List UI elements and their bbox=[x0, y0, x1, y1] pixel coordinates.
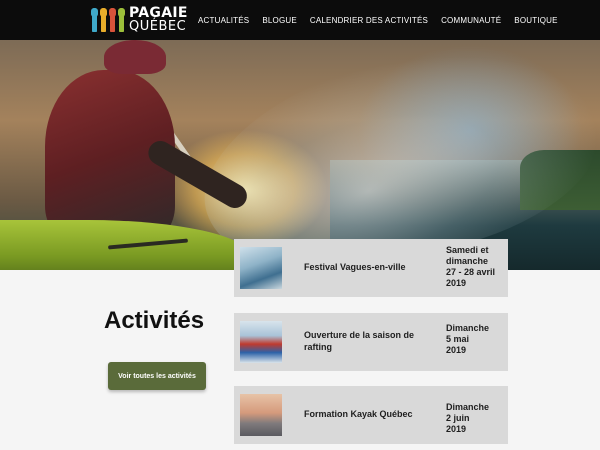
page: PAGAIE QUÉBEC ACTUALITÉS BLOGUE CALENDRI… bbox=[0, 0, 600, 450]
logo-line-2: QUÉBEC bbox=[129, 19, 187, 34]
kayak-surf-photo bbox=[240, 247, 282, 289]
event-date-main: 27 - 28 avril bbox=[446, 267, 496, 277]
paddles-logo-icon bbox=[91, 5, 127, 35]
site-logo[interactable]: PAGAIE QUÉBEC bbox=[91, 5, 188, 35]
event-title: Ouverture de la saison de rafting bbox=[304, 330, 415, 352]
event-card[interactable]: Formation Kayak Québec Dimanche 2 juin 2… bbox=[234, 386, 508, 444]
event-card[interactable]: Ouverture de la saison de rafting Dimanc… bbox=[234, 313, 508, 371]
event-title: Festival Vagues-en-ville bbox=[304, 262, 406, 272]
logo-wordmark: PAGAIE QUÉBEC bbox=[129, 6, 188, 34]
event-date: Dimanche 5 mai 2019 bbox=[446, 323, 506, 356]
nav-item-blogue[interactable]: BLOGUE bbox=[262, 16, 297, 25]
hero-kayak-image bbox=[0, 40, 600, 270]
top-navigation-bar: PAGAIE QUÉBEC ACTUALITÉS BLOGUE CALENDRI… bbox=[0, 0, 600, 40]
view-all-activities-button[interactable]: Voir toutes les activités bbox=[108, 362, 206, 390]
event-date-day: Dimanche bbox=[446, 402, 490, 412]
event-title: Formation Kayak Québec bbox=[304, 409, 413, 419]
event-date-main: 5 mai bbox=[446, 334, 470, 344]
event-card[interactable]: Festival Vagues-en-ville Samedi et diman… bbox=[234, 239, 508, 297]
rafting-photo bbox=[240, 321, 282, 363]
event-year: 2019 bbox=[446, 424, 467, 434]
sunset-kayak-photo bbox=[240, 394, 282, 436]
event-date: Samedi et dimanche 27 - 28 avril 2019 bbox=[446, 245, 506, 289]
logo-line-1: PAGAIE bbox=[129, 5, 188, 21]
nav-item-communaute[interactable]: COMMUNAUTÉ bbox=[441, 16, 501, 25]
event-year: 2019 bbox=[446, 345, 467, 355]
event-date: Dimanche 2 juin 2019 bbox=[446, 402, 506, 435]
nav-item-calendrier[interactable]: CALENDRIER DES ACTIVITÉS bbox=[310, 16, 428, 25]
event-date-day: Samedi et dimanche bbox=[446, 245, 489, 266]
nav-item-boutique[interactable]: BOUTIQUE bbox=[514, 16, 557, 25]
event-date-day: Dimanche bbox=[446, 323, 490, 333]
nav-item-actualites[interactable]: ACTUALITÉS bbox=[198, 16, 249, 25]
main-nav: ACTUALITÉS BLOGUE CALENDRIER DES ACTIVIT… bbox=[198, 0, 571, 40]
event-year: 2019 bbox=[446, 278, 467, 288]
activities-heading: Activités bbox=[104, 307, 205, 334]
event-date-main: 2 juin bbox=[446, 413, 470, 423]
